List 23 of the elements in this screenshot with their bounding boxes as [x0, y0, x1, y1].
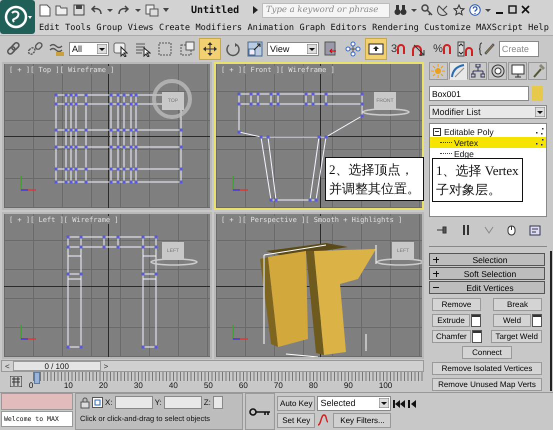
callout-text: 2、选择顶点，: [329, 161, 414, 179]
coordinate-label: Y:: [154, 398, 162, 407]
frame-number: 30: [134, 381, 144, 390]
frame-number: 70: [274, 381, 284, 390]
frame-number: 20: [98, 381, 109, 390]
coordinate-label: X:: [105, 398, 113, 407]
frame-number: 100: [378, 381, 394, 390]
coordinate-label: Z:: [204, 398, 211, 407]
dropdown-value: Selected: [320, 398, 356, 408]
frame-number: 0: [28, 381, 34, 390]
window-title: Untitled: [191, 4, 240, 16]
frame-number: 90: [344, 381, 354, 390]
dropdown-value: View: [270, 44, 290, 54]
callout-text: 1、选择 Vertex: [436, 162, 519, 180]
frame-number: 50: [204, 381, 214, 390]
frame-number: 40: [168, 381, 179, 390]
callout-text: 并调整其位置。: [329, 180, 420, 198]
callout-text: 子对象层。: [436, 181, 502, 199]
frame-number: 60: [238, 381, 249, 390]
dropdown-value: All: [72, 44, 82, 54]
frame-number: 80: [308, 381, 319, 390]
frame-number: 10: [64, 381, 74, 390]
dropdown-value: Modifier List: [432, 107, 481, 117]
